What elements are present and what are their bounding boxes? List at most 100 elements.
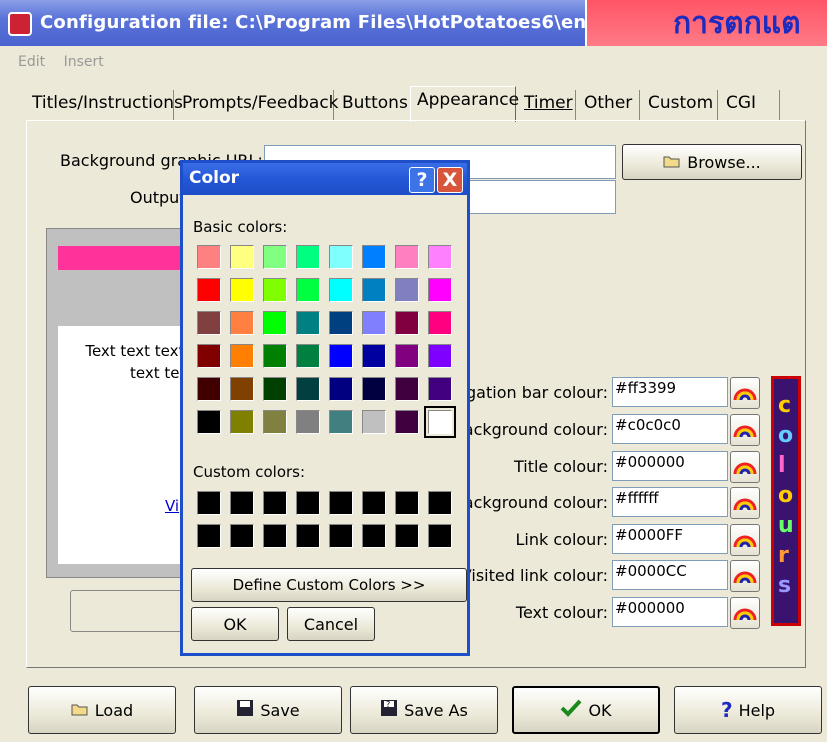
tab-titles-instructions[interactable]: Titles/Instructions xyxy=(26,90,183,120)
colour-input-0[interactable]: #ff3399 xyxy=(612,377,728,407)
custom-color-swatch[interactable] xyxy=(362,524,386,548)
basic-color-swatch[interactable] xyxy=(424,406,456,438)
tab-other[interactable]: Other xyxy=(578,90,640,120)
basic-color-swatch[interactable] xyxy=(263,344,287,368)
colour-picker-button-6[interactable] xyxy=(730,597,760,629)
custom-color-swatch[interactable] xyxy=(428,491,452,515)
basic-color-swatch[interactable] xyxy=(296,245,320,269)
basic-color-swatch[interactable] xyxy=(329,278,353,302)
basic-color-swatch[interactable] xyxy=(362,410,386,434)
basic-color-swatch[interactable] xyxy=(263,410,287,434)
custom-color-swatch[interactable] xyxy=(263,524,287,548)
basic-color-swatch[interactable] xyxy=(197,311,221,335)
save-as-button[interactable]: ? Save As xyxy=(350,686,498,734)
custom-color-swatch[interactable] xyxy=(230,524,254,548)
tab-prompts-feedback[interactable]: Prompts/Feedback xyxy=(176,90,339,120)
custom-color-swatch[interactable] xyxy=(197,491,221,515)
basic-color-swatch[interactable] xyxy=(329,410,353,434)
basic-color-swatch[interactable] xyxy=(296,344,320,368)
basic-color-swatch[interactable] xyxy=(395,344,419,368)
custom-color-swatch[interactable] xyxy=(296,524,320,548)
basic-color-swatch[interactable] xyxy=(428,311,452,335)
basic-color-swatch[interactable] xyxy=(329,311,353,335)
basic-color-swatch[interactable] xyxy=(296,311,320,335)
colour-picker-button-3[interactable] xyxy=(730,487,760,519)
basic-color-swatch[interactable] xyxy=(428,377,452,401)
basic-color-swatch[interactable] xyxy=(230,377,254,401)
menu-edit[interactable]: Edit xyxy=(18,54,45,70)
basic-color-swatch[interactable] xyxy=(296,377,320,401)
basic-color-swatch[interactable] xyxy=(329,245,353,269)
basic-color-swatch[interactable] xyxy=(296,278,320,302)
save-button[interactable]: Save xyxy=(194,686,342,734)
basic-color-swatch[interactable] xyxy=(395,311,419,335)
colour-input-1[interactable]: #c0c0c0 xyxy=(612,414,728,444)
custom-color-swatch[interactable] xyxy=(362,491,386,515)
basic-color-swatch[interactable] xyxy=(230,278,254,302)
basic-color-swatch[interactable] xyxy=(395,377,419,401)
basic-color-swatch[interactable] xyxy=(230,410,254,434)
basic-color-swatch[interactable] xyxy=(362,344,386,368)
tab-cgi[interactable]: CGI xyxy=(720,90,780,120)
basic-color-swatch[interactable] xyxy=(329,344,353,368)
basic-color-swatch[interactable] xyxy=(362,377,386,401)
tab-appearance[interactable]: Appearance xyxy=(410,86,519,122)
custom-color-swatch[interactable] xyxy=(329,491,353,515)
tab-timer[interactable]: Timer xyxy=(518,90,576,120)
custom-color-swatch[interactable] xyxy=(428,524,452,548)
help-button[interactable]: ? Help xyxy=(674,686,822,734)
basic-color-swatch[interactable] xyxy=(395,278,419,302)
define-custom-colors-button[interactable]: Define Custom Colors >> xyxy=(191,568,467,602)
browse-button[interactable]: Browse... xyxy=(622,144,802,180)
ok-button[interactable]: OK xyxy=(512,686,660,734)
colour-picker-button-1[interactable] xyxy=(730,414,760,446)
dialog-title: Color xyxy=(189,168,240,188)
basic-color-swatch[interactable] xyxy=(428,344,452,368)
colour-picker-button-5[interactable] xyxy=(730,560,760,592)
menu-insert[interactable]: Insert xyxy=(64,54,104,70)
basic-color-swatch[interactable] xyxy=(362,245,386,269)
colour-input-3[interactable]: #ffffff xyxy=(612,487,728,517)
custom-color-swatch[interactable] xyxy=(296,491,320,515)
colour-picker-button-2[interactable] xyxy=(730,451,760,483)
colour-picker-button-4[interactable] xyxy=(730,524,760,556)
custom-color-swatch[interactable] xyxy=(197,524,221,548)
tab-buttons[interactable]: Buttons xyxy=(336,90,412,120)
dialog-close-button[interactable]: X xyxy=(437,167,463,193)
dialog-ok-button[interactable]: OK xyxy=(191,607,279,641)
colour-input-2[interactable]: #000000 xyxy=(612,451,728,481)
basic-color-swatch[interactable] xyxy=(395,410,419,434)
basic-color-swatch[interactable] xyxy=(296,410,320,434)
basic-color-swatch[interactable] xyxy=(263,245,287,269)
basic-color-swatch[interactable] xyxy=(362,278,386,302)
colour-picker-button-0[interactable] xyxy=(730,377,760,409)
basic-color-swatch[interactable] xyxy=(197,410,221,434)
basic-color-swatch[interactable] xyxy=(197,377,221,401)
basic-color-swatch[interactable] xyxy=(428,245,452,269)
tab-custom[interactable]: Custom xyxy=(642,90,718,120)
basic-color-swatch[interactable] xyxy=(263,377,287,401)
colour-input-4[interactable]: #0000FF xyxy=(612,524,728,554)
basic-color-swatch[interactable] xyxy=(197,278,221,302)
basic-color-swatch[interactable] xyxy=(329,377,353,401)
basic-color-swatch[interactable] xyxy=(263,278,287,302)
basic-color-swatch[interactable] xyxy=(230,245,254,269)
custom-color-swatch[interactable] xyxy=(329,524,353,548)
basic-color-swatch[interactable] xyxy=(230,344,254,368)
basic-color-swatch[interactable] xyxy=(362,311,386,335)
basic-color-swatch[interactable] xyxy=(197,245,221,269)
colour-input-6[interactable]: #000000 xyxy=(612,597,728,627)
custom-color-swatch[interactable] xyxy=(263,491,287,515)
basic-color-swatch[interactable] xyxy=(263,311,287,335)
dialog-cancel-button[interactable]: Cancel xyxy=(287,607,375,641)
custom-color-swatch[interactable] xyxy=(230,491,254,515)
basic-color-swatch[interactable] xyxy=(197,344,221,368)
dialog-help-button[interactable]: ? xyxy=(409,167,435,193)
basic-color-swatch[interactable] xyxy=(230,311,254,335)
load-button[interactable]: Load xyxy=(28,686,176,734)
basic-color-swatch[interactable] xyxy=(428,278,452,302)
basic-color-swatch[interactable] xyxy=(395,245,419,269)
colour-input-5[interactable]: #0000CC xyxy=(612,560,728,590)
custom-color-swatch[interactable] xyxy=(395,524,419,548)
custom-color-swatch[interactable] xyxy=(395,491,419,515)
